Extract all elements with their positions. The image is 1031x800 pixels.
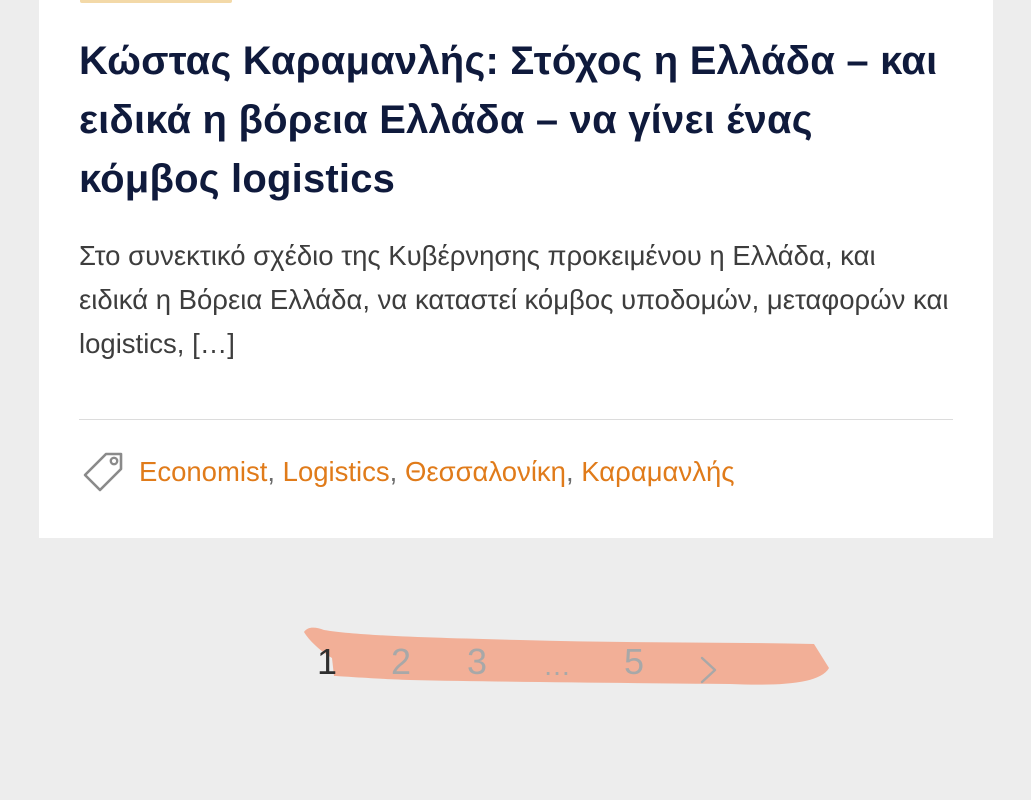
- pagination-ellipsis: …: [543, 650, 571, 681]
- pagination-area: 1 2 3 … 5: [300, 620, 830, 692]
- tag-icon: [81, 449, 127, 495]
- page-3-link[interactable]: 3: [467, 640, 487, 684]
- tag-link-thessaloniki[interactable]: Θεσσαλονίκη: [405, 456, 566, 487]
- tag-separator: ,: [565, 456, 574, 487]
- tag-link-logistics[interactable]: Logistics: [283, 456, 390, 487]
- article-card: Κώστας Καραμανλής: Στόχος η Ελλάδα – και…: [39, 0, 993, 538]
- page-2-link[interactable]: 2: [391, 640, 411, 684]
- page-5-link[interactable]: 5: [624, 640, 644, 684]
- page: Κώστας Καραμανλής: Στόχος η Ελλάδα – και…: [0, 0, 1031, 800]
- tag-separator: ,: [267, 456, 276, 487]
- article-excerpt: Στο συνεκτικό σχέδιο της Κυβέρνησης προκ…: [79, 240, 949, 359]
- tags-row: Economist, Logistics, Θεσσαλονίκη, Καραμ…: [81, 448, 735, 496]
- tag-link-economist[interactable]: Economist: [139, 456, 267, 487]
- article-title[interactable]: Κώστας Καραμανλής: Στόχος η Ελλάδα – και…: [79, 32, 959, 209]
- tag-link-karamanlis[interactable]: Καραμανλής: [581, 456, 734, 487]
- page-1-current: 1: [317, 641, 338, 682]
- chevron-right-icon[interactable]: [698, 652, 720, 684]
- pagination: 1 2 3 … 5: [300, 620, 830, 692]
- tag-list: Economist, Logistics, Θεσσαλονίκη, Καραμ…: [139, 456, 735, 488]
- category-strip: [80, 0, 232, 3]
- divider: [79, 419, 953, 420]
- tag-separator: ,: [389, 456, 398, 487]
